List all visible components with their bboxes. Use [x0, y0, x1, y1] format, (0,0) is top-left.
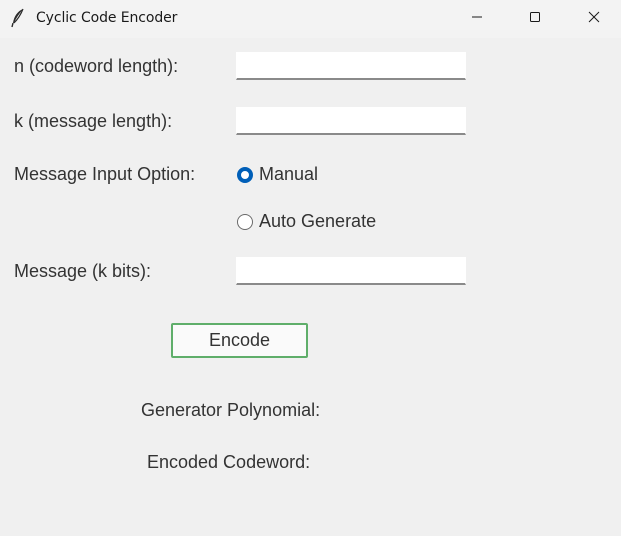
radio-selected-icon[interactable] — [237, 166, 253, 183]
n-input[interactable] — [236, 52, 466, 80]
radio-manual-label: Manual — [259, 164, 319, 184]
maximize-button[interactable] — [512, 0, 558, 38]
radio-manual[interactable]: Manual — [237, 164, 318, 185]
message-input[interactable] — [236, 257, 466, 285]
generator-polynomial-label: Generator Polynomial: — [141, 400, 321, 420]
message-label: Message (k bits): — [14, 261, 152, 281]
title-bar[interactable]: Cyclic Code Encoder — [0, 0, 621, 38]
maximize-icon — [529, 10, 541, 28]
close-icon — [588, 10, 600, 28]
window-title: Cyclic Code Encoder — [36, 10, 178, 26]
radio-auto-generate-label: Auto Generate — [259, 211, 377, 231]
close-button[interactable] — [571, 0, 617, 38]
radio-auto-generate[interactable]: Auto Generate — [237, 211, 376, 232]
radio-unselected-icon[interactable] — [237, 213, 253, 230]
feather-icon — [10, 8, 26, 28]
n-label: n (codeword length): — [14, 56, 179, 76]
k-label: k (message length): — [14, 111, 173, 131]
input-option-label: Message Input Option: — [14, 164, 196, 184]
app-window: Cyclic Code Encoder n (codeword length):… — [0, 0, 621, 536]
minimize-button[interactable] — [454, 0, 500, 38]
encoded-codeword-label: Encoded Codeword: — [147, 452, 311, 472]
k-input[interactable] — [236, 107, 466, 135]
minimize-icon — [471, 10, 483, 28]
encode-button[interactable]: Encode — [171, 323, 308, 358]
